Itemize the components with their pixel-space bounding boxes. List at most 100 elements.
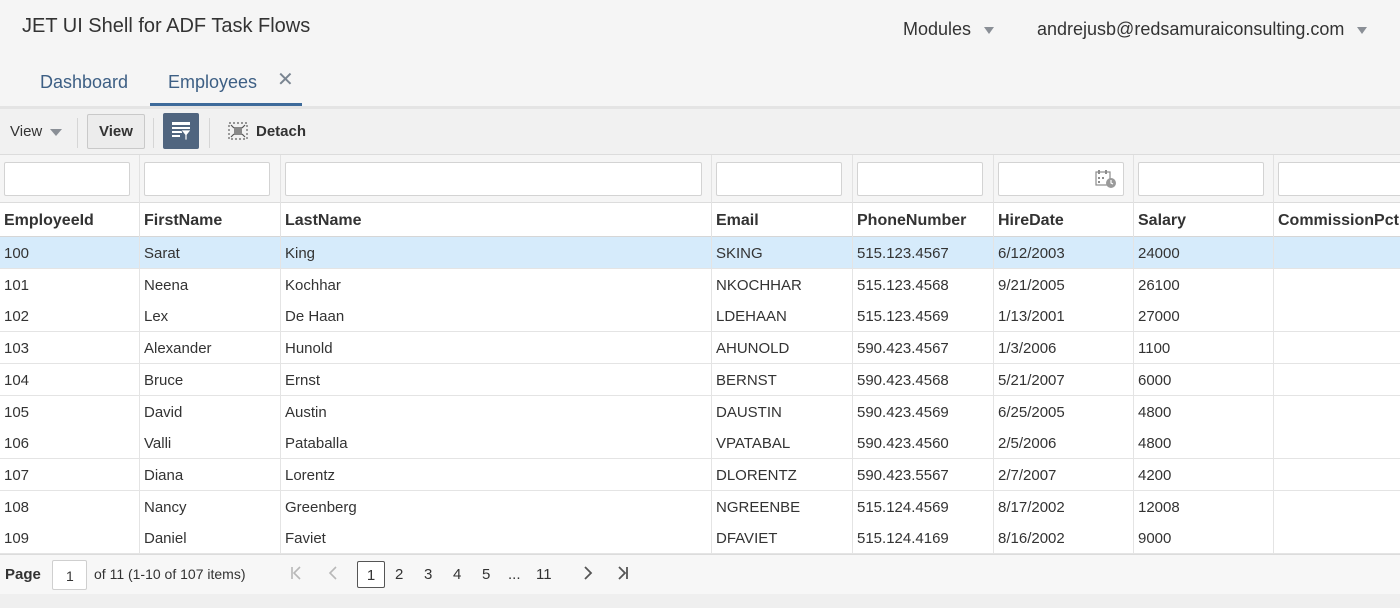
- email-cell: NKOCHHAR: [712, 268, 853, 300]
- phonenumber-cell: 515.123.4567: [853, 237, 994, 268]
- lastname-cell: Greenberg: [281, 490, 712, 522]
- commissionpct-cell: [1274, 300, 1400, 331]
- page-link[interactable]: 3: [424, 566, 432, 583]
- hiredate-cell: 9/21/2005: [994, 268, 1134, 300]
- pagination-bar: Page 1 of 11 (1-10 of 107 items) 1 2 3 4…: [0, 554, 1400, 594]
- employeeid-filter-input[interactable]: [4, 162, 130, 196]
- employeeid-cell: 100: [0, 237, 140, 268]
- salary-filter-input[interactable]: [1138, 162, 1264, 196]
- employeeid-cell: 102: [0, 300, 140, 332]
- commissionpct-cell: [1274, 237, 1400, 268]
- page-link[interactable]: 4: [453, 566, 461, 583]
- table-row[interactable]: 108 Nancy Greenberg NGREENBE 515.124.4569 8/1…: [0, 490, 1400, 523]
- hiredate-cell: 5/21/2007: [994, 363, 1134, 395]
- commissionpct-cell: [1274, 396, 1400, 427]
- column-header[interactable]: Email: [712, 203, 853, 237]
- commissionpct-cell: [1274, 427, 1400, 458]
- page-number-input[interactable]: 1: [52, 560, 87, 590]
- column-header[interactable]: CommissionPct: [1274, 203, 1400, 237]
- close-icon[interactable]: ✕: [277, 70, 294, 90]
- lastname-cell: Hunold: [281, 332, 712, 364]
- hiredate-cell: 2/7/2007: [994, 458, 1134, 490]
- table-row[interactable]: 105 David Austin DAUSTIN 590.423.4569 6/25/20…: [0, 395, 1400, 428]
- firstname-cell: Alexander: [140, 332, 281, 364]
- table-row[interactable]: 101 Neena Kochhar NKOCHHAR 515.123.4568 9/21/…: [0, 268, 1400, 301]
- firstname-cell: Valli: [140, 427, 281, 459]
- detach-icon: [228, 122, 248, 140]
- page-link[interactable]: 11: [536, 566, 552, 583]
- filter-cell: [281, 155, 712, 203]
- table-toolbar: View View Detach: [0, 109, 1400, 155]
- column-header[interactable]: HireDate: [994, 203, 1134, 237]
- phonenumber-cell: 515.124.4169: [853, 522, 994, 554]
- lastname-cell: Pataballa: [281, 427, 712, 459]
- email-cell: DLORENTZ: [712, 458, 853, 490]
- firstname-filter-input[interactable]: [144, 162, 270, 196]
- table-row[interactable]: 106 Valli Pataballa VPATABAL 590.423.4560 2/5…: [0, 427, 1400, 460]
- query-filter-button[interactable]: [163, 113, 199, 149]
- user-menu[interactable]: andrejusb@redsamuraiconsulting.com: [1037, 19, 1368, 40]
- table-row[interactable]: 103 Alexander Hunold AHUNOLD 590.423.4567 1/3…: [0, 332, 1400, 365]
- firstname-cell: David: [140, 395, 281, 427]
- table-row[interactable]: 107 Diana Lorentz DLORENTZ 590.423.5567 2/7/2…: [0, 458, 1400, 491]
- table-row[interactable]: 100 Sarat King SKING 515.123.4567 6/12/2003 24…: [0, 237, 1400, 269]
- page-link[interactable]: 2: [395, 566, 403, 583]
- lastname-cell: Austin: [281, 395, 712, 427]
- filter-cell: [1134, 155, 1274, 203]
- app-title: JET UI Shell for ADF Task Flows: [22, 15, 311, 37]
- lastname-cell: Ernst: [281, 363, 712, 395]
- page-link-current[interactable]: 1: [357, 561, 385, 588]
- filter-cell: [994, 155, 1134, 203]
- email-cell: LDEHAAN: [712, 300, 853, 332]
- phonenumber-cell: 590.423.4560: [853, 427, 994, 459]
- filter-cell: [140, 155, 281, 203]
- salary-cell: 27000: [1134, 300, 1274, 332]
- detach-label: Detach: [256, 122, 307, 140]
- filter-cell: [712, 155, 853, 203]
- employeeid-cell: 103: [0, 332, 140, 364]
- phonenumber-filter-input[interactable]: [857, 162, 983, 196]
- lastname-filter-input[interactable]: [285, 162, 702, 196]
- email-cell: AHUNOLD: [712, 332, 853, 364]
- salary-cell: 4200: [1134, 458, 1274, 490]
- email-cell: VPATABAL: [712, 427, 853, 459]
- column-header[interactable]: PhoneNumber: [853, 203, 994, 237]
- chevron-down-icon: [1357, 27, 1368, 34]
- detach-button[interactable]: Detach: [228, 122, 306, 140]
- tab-bar: Dashboard Employees ✕: [0, 62, 1400, 106]
- lastname-cell: Faviet: [281, 522, 712, 554]
- column-header[interactable]: Salary: [1134, 203, 1274, 237]
- table-row[interactable]: 109 Daniel Faviet DFAVIET 515.124.4169 8/16/2…: [0, 522, 1400, 555]
- phonenumber-cell: 515.123.4569: [853, 300, 994, 332]
- email-filter-input[interactable]: [716, 162, 842, 196]
- view-menu[interactable]: View: [10, 123, 63, 140]
- page-label: Page: [5, 566, 41, 583]
- column-header[interactable]: LastName: [281, 203, 712, 237]
- calendar-icon[interactable]: [1095, 169, 1117, 189]
- filter-cell: [1274, 155, 1400, 203]
- email-cell: SKING: [712, 237, 853, 268]
- previous-page-icon[interactable]: [328, 565, 338, 586]
- lastname-cell: De Haan: [281, 300, 712, 332]
- firstname-cell: Bruce: [140, 363, 281, 395]
- hiredate-filter-input[interactable]: [998, 162, 1124, 196]
- tab-employees[interactable]: Employees ✕: [150, 62, 302, 106]
- column-header[interactable]: EmployeeId: [0, 203, 140, 237]
- view-button[interactable]: View: [87, 114, 145, 149]
- firstname-cell: Sarat: [140, 237, 281, 268]
- page-link[interactable]: 5: [482, 566, 490, 583]
- chevron-down-icon: [984, 27, 995, 34]
- modules-menu[interactable]: Modules: [903, 19, 995, 40]
- next-page-icon[interactable]: [583, 565, 593, 586]
- commissionpct-filter-input[interactable]: [1278, 162, 1400, 196]
- tab-dashboard[interactable]: Dashboard: [40, 62, 128, 106]
- employees-table: EmployeeId FirstName LastName Email Phon…: [0, 155, 1400, 555]
- salary-cell: 9000: [1134, 522, 1274, 554]
- table-row[interactable]: 104 Bruce Ernst BERNST 590.423.4568 5/21/2007…: [0, 363, 1400, 396]
- email-cell: BERNST: [712, 363, 853, 395]
- first-page-icon[interactable]: [290, 565, 302, 586]
- table-row[interactable]: 102 Lex De Haan LDEHAAN 515.123.4569 1/13/200…: [0, 300, 1400, 333]
- employeeid-cell: 104: [0, 363, 140, 395]
- column-header[interactable]: FirstName: [140, 203, 281, 237]
- last-page-icon[interactable]: [617, 565, 629, 586]
